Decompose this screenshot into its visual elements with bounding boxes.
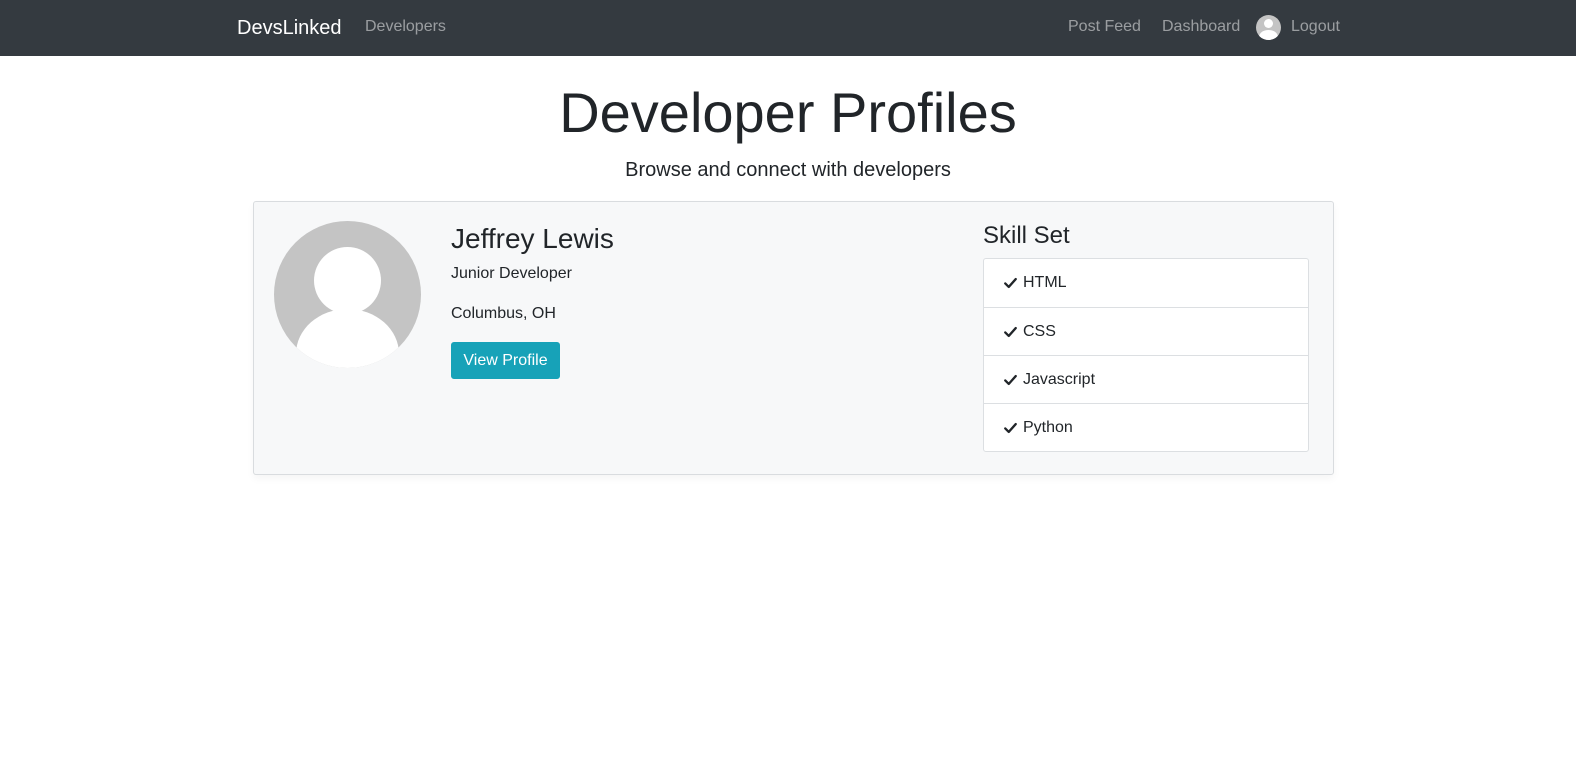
nav-dashboard[interactable]: Dashboard	[1162, 17, 1240, 37]
skill-item: HTML	[984, 259, 1308, 307]
skill-list: HTML CSS Javascript Python	[983, 258, 1309, 452]
profile-role: Junior Developer	[451, 265, 572, 282]
nav-logout[interactable]: Logout	[1291, 17, 1340, 37]
page-lead: Browse and connect with developers	[625, 159, 951, 181]
skill-item: CSS	[984, 307, 1308, 355]
skill-label: Javascript	[1023, 370, 1096, 388]
brand-link[interactable]: DevsLinked	[237, 16, 342, 40]
skill-item: Python	[984, 403, 1308, 451]
nav-developers[interactable]: Developers	[365, 17, 446, 37]
skills-title: Skill Set	[983, 222, 1070, 249]
skill-label: CSS	[1023, 322, 1056, 340]
check-icon	[1004, 422, 1017, 433]
skill-label: Python	[1023, 418, 1073, 436]
profile-card: Jeffrey Lewis Junior Developer Columbus,…	[253, 201, 1334, 475]
check-icon	[1004, 277, 1017, 289]
user-avatar-icon[interactable]	[1256, 15, 1281, 40]
profile-name: Jeffrey Lewis	[451, 223, 614, 254]
profile-location: Columbus, OH	[451, 305, 556, 322]
page-title: Developer Profiles	[559, 81, 1017, 144]
check-icon	[1004, 326, 1017, 337]
view-profile-button[interactable]: View Profile	[451, 342, 560, 379]
skill-item: Javascript	[984, 355, 1308, 403]
skill-label: HTML	[1023, 274, 1067, 291]
check-icon	[1004, 374, 1017, 385]
profile-avatar	[274, 221, 421, 368]
nav-post-feed[interactable]: Post Feed	[1068, 17, 1141, 37]
navbar: DevsLinked Developers Post Feed Dashboar…	[0, 0, 1576, 56]
